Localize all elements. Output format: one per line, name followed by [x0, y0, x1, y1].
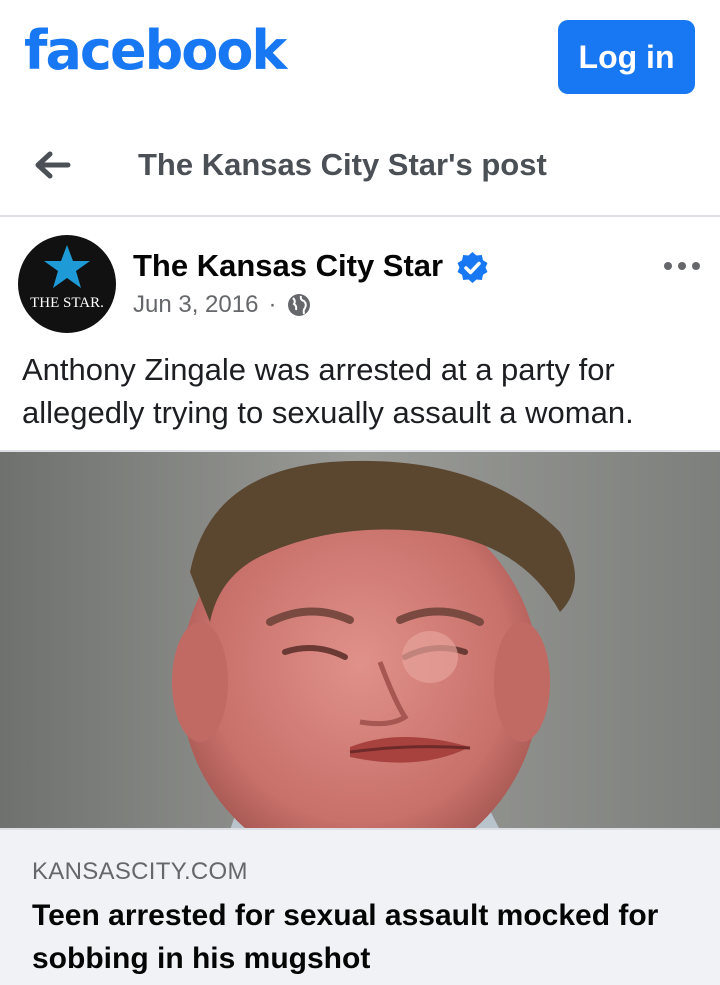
page-title: The Kansas City Star's post [138, 147, 547, 182]
post-header: THE STAR. The Kansas City Star Jun 3, 20… [0, 218, 720, 338]
post-meta: Jun 3, 2016 · [133, 290, 312, 320]
post-nav-bar: The Kansas City Star's post [0, 115, 720, 217]
globe-icon [288, 294, 311, 316]
mugshot-photo [0, 452, 720, 830]
avatar-label: THE STAR. [30, 295, 104, 311]
post-date[interactable]: Jun 3, 2016 [133, 290, 258, 320]
more-options-icon[interactable] [662, 258, 702, 274]
verified-badge-icon [457, 252, 488, 283]
arrow-left-icon[interactable] [32, 145, 72, 185]
link-title[interactable]: Teen arrested for sexual assault mocked … [32, 894, 682, 980]
meta-separator: · [268, 291, 277, 318]
post-message: Anthony Zingale was arrested at a party … [22, 352, 634, 430]
link-preview-card[interactable]: KANSASCITY.COM Teen arrested for sexual … [0, 828, 720, 985]
top-bar: facebook Log in [0, 0, 720, 115]
facebook-logo[interactable]: facebook [24, 24, 287, 78]
star-icon [44, 245, 90, 288]
post-image[interactable] [0, 450, 720, 830]
link-domain: KANSASCITY.COM [32, 858, 248, 885]
page-name-link[interactable]: The Kansas City Star [133, 248, 443, 284]
login-button[interactable]: Log in [558, 20, 695, 94]
avatar[interactable]: THE STAR. [18, 235, 116, 333]
